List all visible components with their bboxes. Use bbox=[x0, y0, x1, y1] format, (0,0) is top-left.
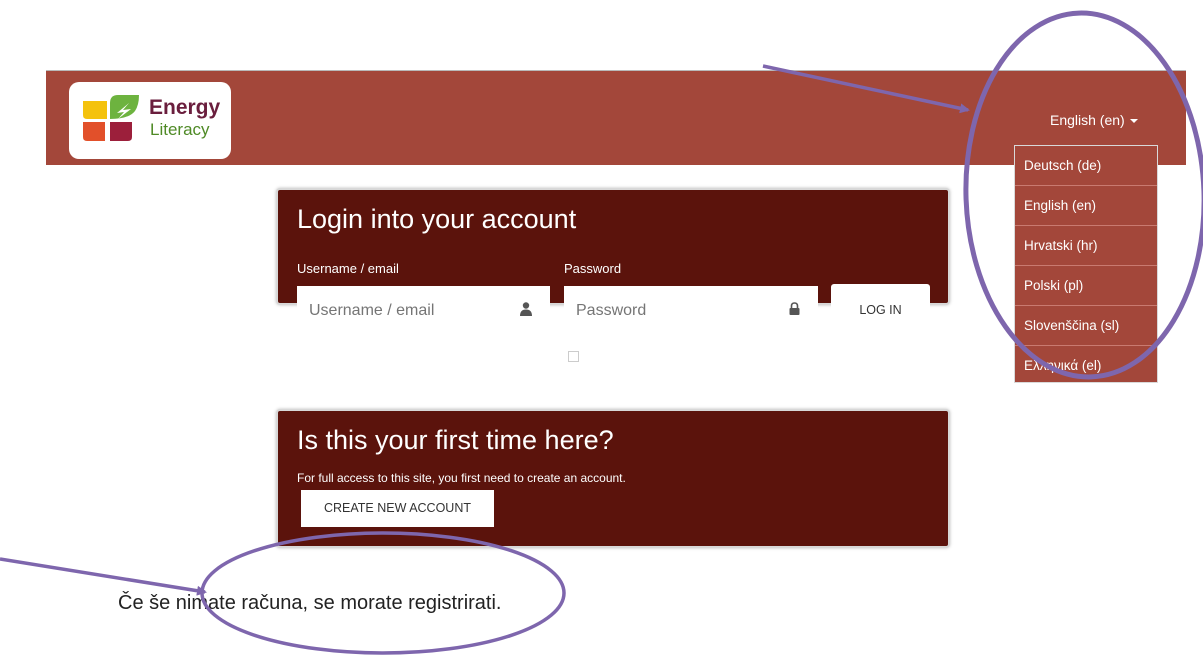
annotation-overlay bbox=[0, 10, 1203, 655]
arrow-to-language-menu bbox=[762, 64, 970, 114]
arrow-to-caption bbox=[0, 557, 207, 596]
ellipse-language-menu bbox=[963, 10, 1203, 380]
ellipse-caption bbox=[200, 531, 566, 655]
